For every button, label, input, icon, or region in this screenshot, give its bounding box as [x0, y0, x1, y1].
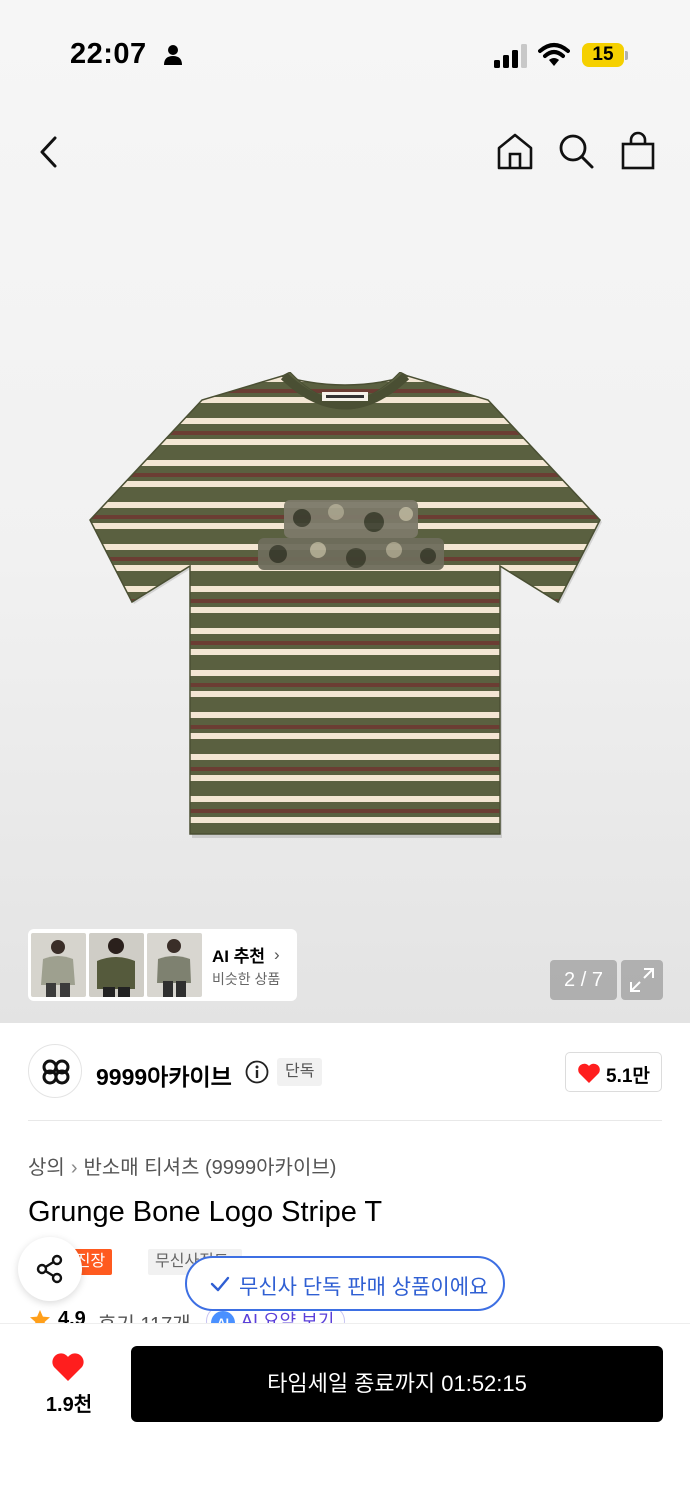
- recommend-thumbnail[interactable]: [31, 933, 86, 997]
- person-icon: [164, 45, 182, 65]
- recommend-thumbnail[interactable]: [147, 933, 202, 997]
- brand-like-count: 5.1만: [606, 1066, 650, 1087]
- wifi-icon: [538, 43, 570, 66]
- chevron-right-icon: ›: [70, 1157, 78, 1179]
- heart-icon[interactable]: [51, 1352, 85, 1382]
- brand-name[interactable]: 9999아카이브: [96, 1058, 232, 1092]
- expand-image-button[interactable]: [621, 960, 663, 1000]
- product-image: [89, 372, 602, 838]
- home-icon[interactable]: [494, 130, 536, 172]
- cellular-signal-icon: [494, 44, 527, 68]
- breadcrumb: 상의 › 반소매 티셔츠 (9999아카이브): [28, 1151, 336, 1180]
- chevron-left-icon[interactable]: [30, 130, 70, 174]
- image-page-indicator: 2 / 7: [550, 960, 617, 1000]
- ai-recommend-card[interactable]: AI 추천 › 비슷한 상품: [28, 929, 297, 1001]
- share-button[interactable]: [18, 1237, 82, 1301]
- search-icon[interactable]: [556, 130, 596, 172]
- exclusive-toast: 무신사 단독 판매 상품이에요: [185, 1256, 505, 1311]
- expand-icon: [630, 968, 654, 992]
- breadcrumb-item[interactable]: 상의: [28, 1157, 65, 1179]
- breadcrumb-item[interactable]: 반소매 티셔츠 (9999아카이브): [83, 1157, 336, 1179]
- info-icon[interactable]: [245, 1060, 269, 1084]
- toast-message: 무신사 단독 판매 상품이에요: [239, 1276, 489, 1299]
- chevron-right-icon: ›: [274, 945, 280, 964]
- brand-logo[interactable]: [28, 1044, 82, 1098]
- battery-indicator: 15: [582, 43, 628, 67]
- exclusive-tag: 단독: [277, 1058, 323, 1086]
- divider: [28, 1120, 662, 1121]
- product-title: Grunge Bone Logo Stripe T: [28, 1196, 383, 1228]
- brand-like-button[interactable]: 5.1만: [565, 1052, 662, 1092]
- recommend-thumbnail[interactable]: [89, 933, 144, 997]
- battery-level: 15: [592, 44, 614, 65]
- shopping-bag-icon[interactable]: [618, 130, 658, 172]
- product-like-count: 1.9천: [45, 1394, 93, 1416]
- bottom-action-bar: 1.9천 타임세일 종료까지 01:52:15: [0, 1323, 690, 1500]
- buy-button[interactable]: 타임세일 종료까지 01:52:15: [131, 1346, 663, 1422]
- status-time: 22:07: [70, 38, 147, 70]
- status-bar: 22:07 15: [0, 0, 690, 100]
- ai-recommend-title: AI 추천: [212, 947, 266, 966]
- brand-logo-icon: [42, 1059, 70, 1085]
- heart-icon: [578, 1063, 600, 1083]
- ai-recommend-subtitle: 비슷한 상품: [212, 971, 281, 987]
- check-icon: [210, 1276, 230, 1292]
- product-image-gallery[interactable]: AI 추천 › 비슷한 상품 2 / 7: [0, 0, 690, 1023]
- share-icon: [36, 1254, 63, 1284]
